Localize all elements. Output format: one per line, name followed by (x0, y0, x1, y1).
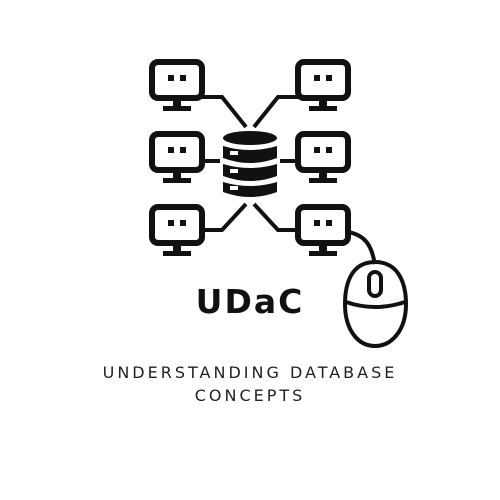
network-database-logo (0, 0, 409, 349)
computer-icon (152, 62, 202, 111)
computer-icon (152, 207, 202, 256)
database-icon (223, 131, 277, 197)
computer-icon (298, 62, 348, 111)
computer-icon (298, 134, 348, 183)
brand-name: UDaC (195, 282, 305, 321)
logo-page: UDaC UNDERSTANDING DATABASE CONCEPTS (0, 0, 500, 500)
tagline-line-2: CONCEPTS (194, 386, 306, 405)
tagline-line-1: UNDERSTANDING DATABASE (102, 363, 398, 382)
computer-icon (298, 207, 348, 256)
computer-icon (152, 134, 202, 183)
